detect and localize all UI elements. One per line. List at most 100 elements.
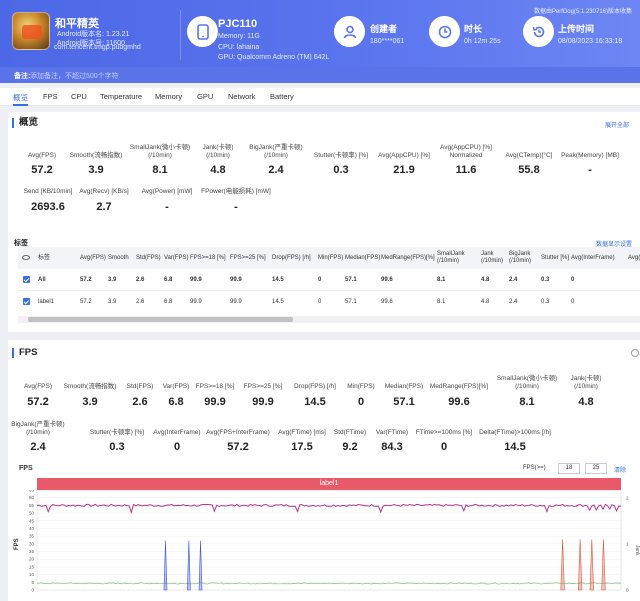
table-header-cell: FPS>=18 [%] [190, 254, 226, 261]
table-header-cell: 标签 [38, 254, 51, 261]
y-tick-label: 40 [29, 526, 35, 531]
table-row[interactable]: label1 57.2 3.9 2.6 6.8 99.9 99.9 14.5 0 57.1 99.6… [18, 291, 640, 313]
table-cell: 2.4 [509, 298, 518, 305]
table-cell: 14.5 [272, 298, 284, 305]
fps-section-title: FPS [12, 348, 37, 358]
metric-value: - [165, 201, 169, 213]
device-gpu: GPU: Qualcomm Adreno (TM) 642L [218, 54, 330, 61]
table-header-cell: Min(FPS) [318, 254, 344, 261]
tab-battery[interactable]: Battery [270, 92, 294, 101]
clock-icon [429, 16, 460, 47]
table-row[interactable]: All 57.2 3.9 2.6 6.8 99.9 99.9 14.5 0 57.1 99.6 8.1… [18, 269, 640, 291]
table-cell: 0 [318, 276, 322, 283]
creator-label: 创建者 [370, 24, 398, 34]
note-bar: 备注: 添加备注，不超过500个字符 [0, 67, 640, 83]
table-header-cell: Drop(FPS) [/h] [272, 254, 311, 261]
table-header-cell: FPS>=25 [%] [230, 254, 266, 261]
visibility-icon[interactable] [22, 255, 30, 260]
device-icon [187, 16, 218, 47]
table-header-cell: Avg(InterFrame) [571, 254, 615, 261]
table-cell: 0 [571, 298, 575, 305]
fps-threshold-input-1[interactable]: 18 [558, 463, 580, 474]
duration-value: 0h 12m 25s [464, 38, 501, 45]
table-cell [628, 291, 640, 313]
table-cell: 99.9 [230, 298, 242, 305]
table-cell: 99.9 [190, 276, 202, 283]
table-cell: All [38, 276, 46, 283]
table-cell: 4.8 [481, 276, 490, 283]
y-tick-label: 10 [29, 572, 35, 577]
table-header-cell: Avg(F [628, 254, 640, 261]
app-name: 和平精英 [55, 18, 99, 30]
user-icon [334, 16, 365, 47]
fps-threshold-input-2[interactable]: 25 [585, 463, 607, 474]
table-header-cell: MedRange(FPS)[%] [381, 254, 435, 261]
tab-memory[interactable]: Memory [155, 92, 182, 101]
fps-chart[interactable]: 0 5 10 15 20 25 30 35 40 45 50 55 60 65 FPS Jank 0 1 2 [0, 490, 640, 601]
metric-value: - [588, 164, 592, 176]
metric-value: 0 [440, 441, 448, 453]
table-cell: 99.6 [381, 298, 393, 305]
scrollbar-thumb[interactable] [28, 317, 293, 322]
note-input[interactable]: 添加备注，不超过500个字符 [30, 71, 119, 81]
metric-label: Peak(Memory) [MB] [561, 152, 619, 159]
row-checkbox[interactable] [23, 276, 30, 283]
y-tick-label: 65 [29, 490, 35, 493]
tab-temperature[interactable]: Temperature [100, 92, 142, 101]
android-version-name: Android版本名: 1.23.21 [57, 31, 130, 38]
y-tick-label: 50 [29, 511, 35, 516]
y2-tick-label: 0 [626, 588, 629, 593]
table-cell: 99.6 [381, 276, 393, 283]
creator-value: 180****061 [370, 38, 405, 45]
y-tick-label: 35 [29, 534, 35, 539]
metric-label: Avg(Power) [mW] [141, 188, 193, 195]
duration-label: 时长 [464, 24, 483, 34]
tab-fps[interactable]: FPS [43, 92, 58, 101]
metric-value: 14.5 [504, 441, 526, 453]
upload-time-label: 上传时间 [558, 24, 595, 34]
table-horizontal-scrollbar[interactable] [18, 316, 640, 323]
table-header-cell: Std(FPS) [136, 254, 161, 261]
table-header-cell: Jank (/10min) [481, 251, 504, 264]
y2-tick-label: 2 [626, 496, 629, 501]
chart-legend-label1[interactable]: label1 [37, 478, 621, 490]
y-tick-label: 25 [29, 549, 35, 554]
tab-gpu[interactable]: GPU [197, 92, 213, 101]
y-tick-label: 20 [29, 557, 35, 562]
upload-time-icon [523, 16, 554, 47]
clear-filter-link[interactable]: 清除 [614, 465, 626, 474]
table-cell: 0.3 [541, 298, 550, 305]
y-tick-label: 15 [29, 564, 35, 569]
table-cell: 8.1 [437, 298, 446, 305]
table-cell: 57.1 [345, 276, 357, 283]
y-tick-label: 55 [29, 503, 35, 508]
note-label: 备注: [14, 73, 31, 80]
metric-value: - [234, 201, 238, 213]
tab-overview[interactable]: 概览 [13, 92, 28, 103]
table-cell: 57.2 [80, 276, 92, 283]
collapse-icon[interactable] [631, 349, 639, 357]
tab-network[interactable]: Network [228, 92, 256, 101]
y-tick-label: 45 [29, 518, 35, 523]
upload-time-value: 08/08/2023 16:33:18 [558, 38, 623, 45]
table-cell: 14.5 [272, 276, 284, 283]
table-cell: 0 [318, 298, 322, 305]
table-cell: 0.3 [541, 276, 550, 283]
row-checkbox[interactable] [23, 298, 30, 305]
table-cell: 57.2 [80, 298, 92, 305]
y-axis-label: FPS [14, 538, 20, 550]
metric-label: FPower(电能损耗) [mW] [201, 188, 271, 195]
overview-title: 概览 [12, 118, 38, 128]
tab-cpu[interactable]: CPU [71, 92, 87, 101]
table-cell [628, 269, 640, 291]
table-header-cell: Smooth [108, 254, 129, 261]
app-header: 和平精英 Android版本名: 1.23.21 Android版本号: 116… [0, 0, 640, 67]
y2-tick-label: 1 [626, 542, 629, 547]
metric-label: Jank(卡顿) (/10min) [570, 375, 602, 390]
table-cell: label1 [38, 298, 55, 305]
expand-all-link[interactable]: 展开全部 [605, 120, 629, 129]
table-cell: 99.9 [230, 276, 242, 283]
table-header-row: 标签 Avg(FPS) Smooth Std(FPS) Var(FPS) FPS>=18 … [18, 247, 640, 269]
fps-filter-label: FPS(>=) [523, 465, 546, 471]
metric-label: Delta(FTime)>100ms [/h] [479, 429, 551, 436]
